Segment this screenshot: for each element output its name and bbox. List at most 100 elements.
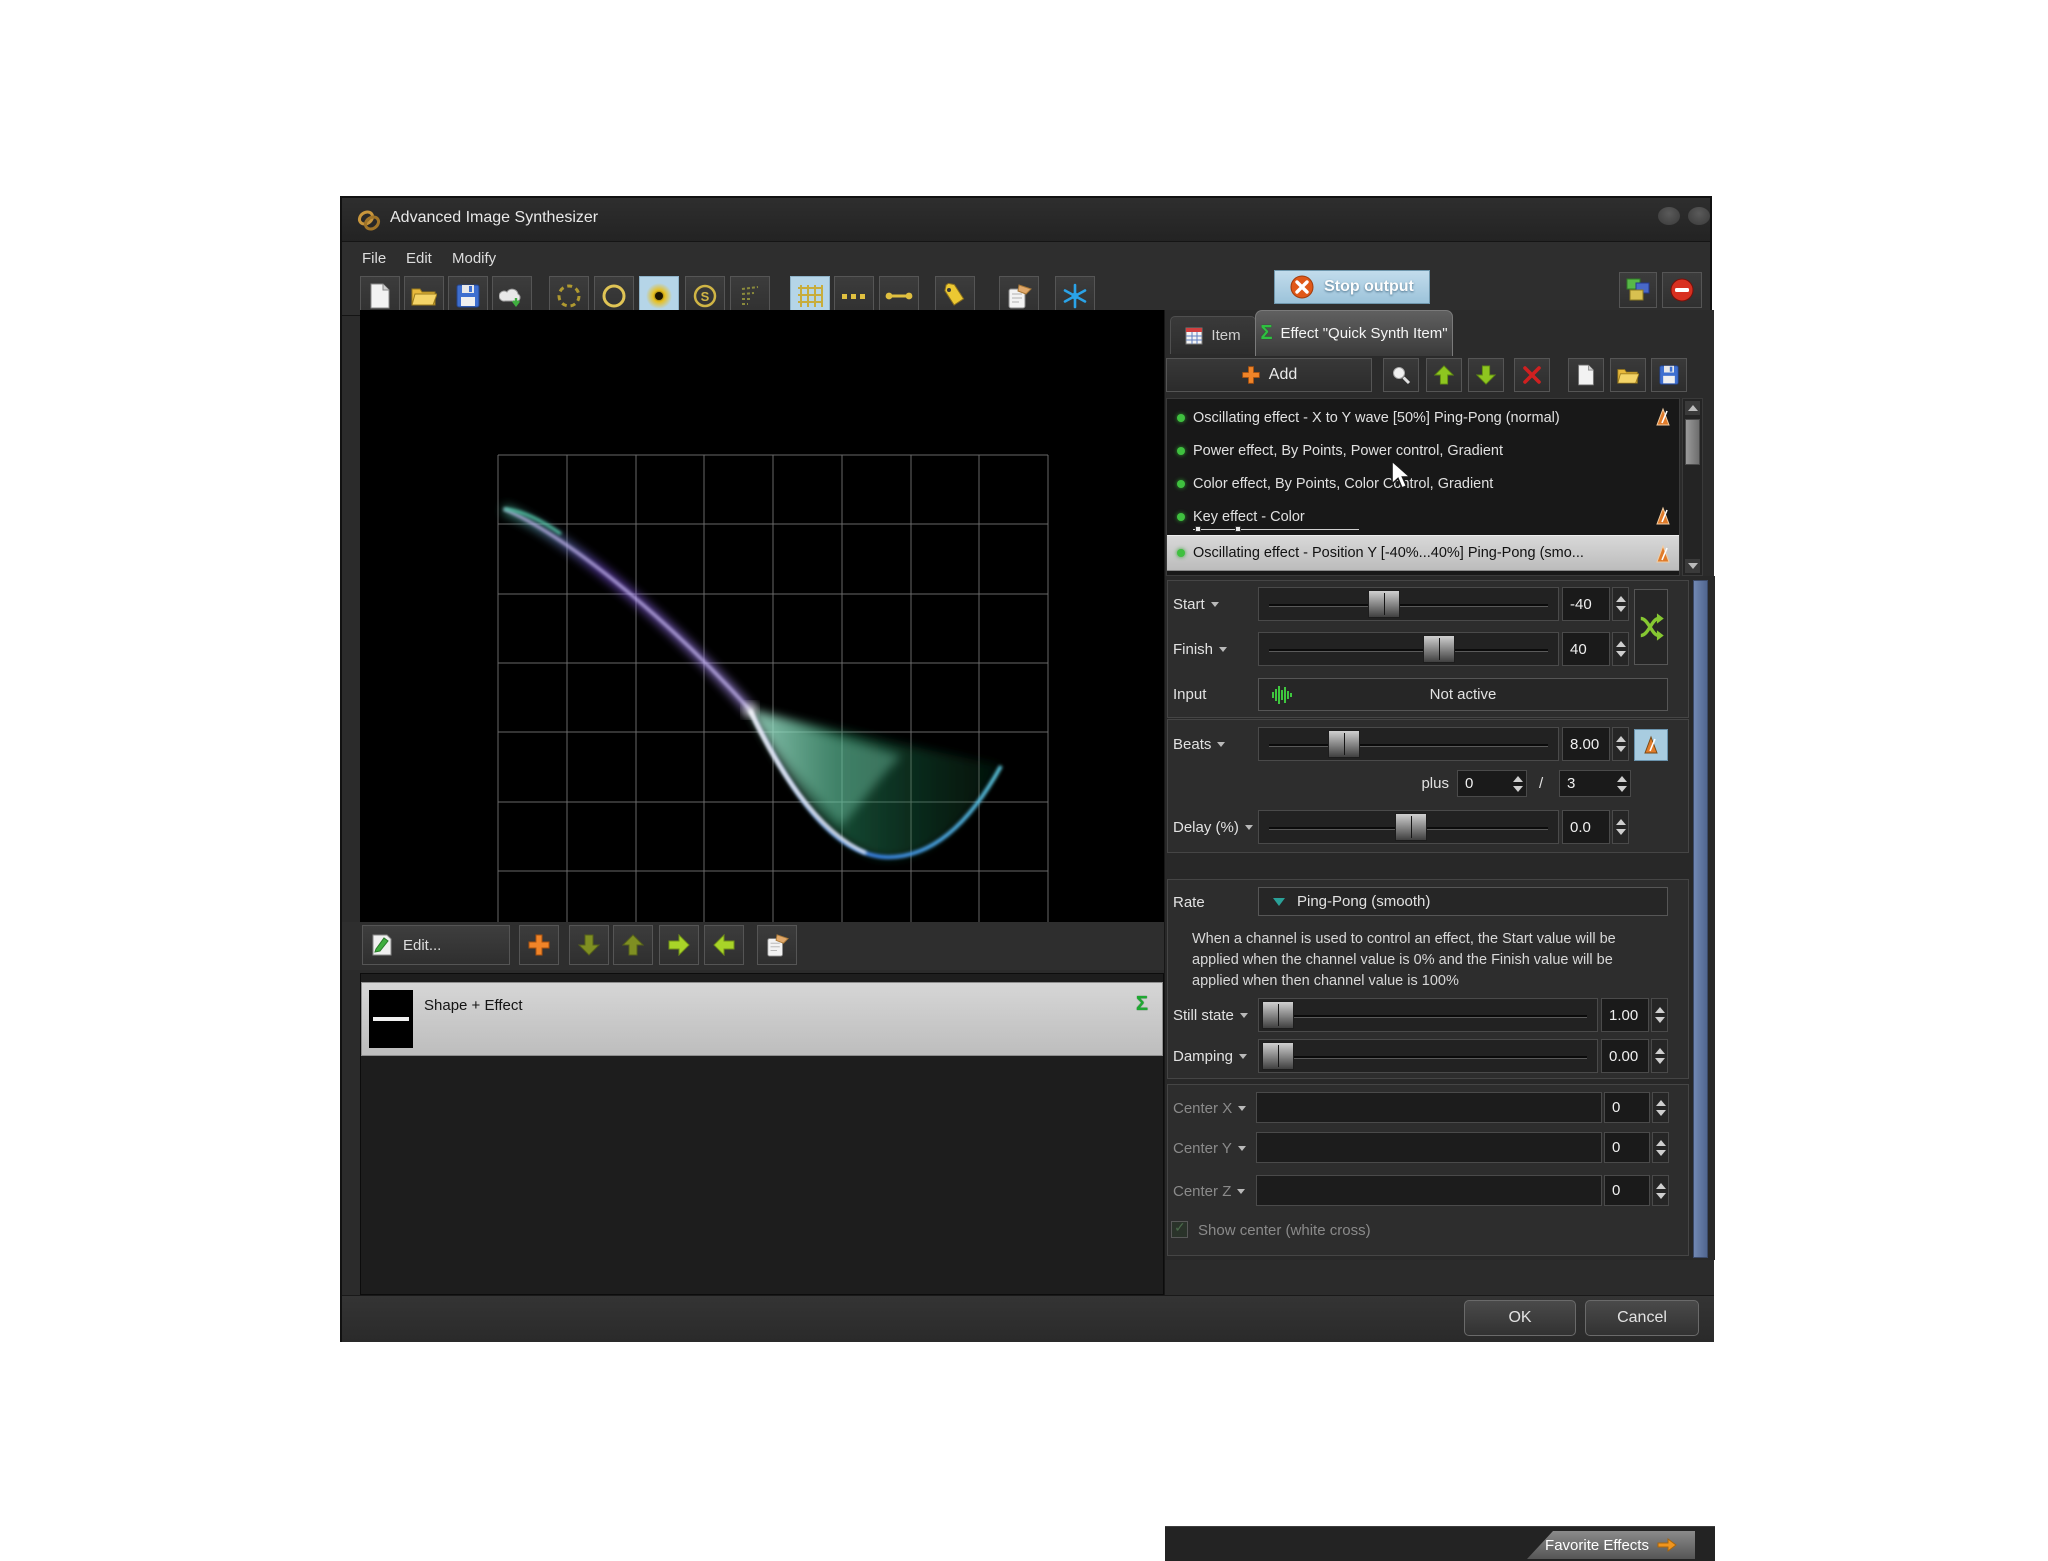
save-icon — [1659, 365, 1679, 385]
dropdown-caret-icon[interactable] — [1238, 1146, 1246, 1151]
delete-effect-button[interactable] — [1514, 358, 1550, 392]
paste-shape-button[interactable] — [757, 925, 797, 965]
damping-spinner[interactable] — [1651, 1039, 1668, 1073]
center-x-value[interactable]: 0 — [1604, 1092, 1650, 1123]
titlebar[interactable]: Advanced Image Synthesizer — [342, 198, 1710, 242]
menu-file[interactable]: File — [356, 248, 392, 269]
tab-item[interactable]: Item — [1170, 316, 1256, 354]
center-x-spinner[interactable] — [1652, 1092, 1669, 1123]
damping-slider-handle[interactable] — [1262, 1042, 1294, 1070]
scroll-up-icon[interactable] — [1685, 401, 1700, 415]
add-shape-button[interactable] — [519, 925, 559, 965]
save-effect-list-button[interactable] — [1651, 358, 1687, 392]
start-slider[interactable] — [1258, 587, 1559, 621]
open-effect-list-button[interactable] — [1610, 358, 1646, 392]
dropdown-caret-icon[interactable] — [1239, 1054, 1247, 1059]
beats-divisor-spinbox[interactable]: 3 — [1559, 770, 1631, 797]
beats-metronome-button[interactable] — [1634, 729, 1668, 761]
disable-output-button[interactable] — [1662, 272, 1702, 308]
window-button-1[interactable] — [1658, 207, 1680, 225]
dropdown-caret-icon[interactable] — [1245, 825, 1253, 830]
move-effect-down-button[interactable] — [1468, 358, 1504, 392]
rate-value: Ping-Pong (smooth) — [1297, 893, 1430, 910]
effect-row-2[interactable]: Power effect, By Points, Power control, … — [1167, 434, 1679, 467]
dropdown-caret-icon[interactable] — [1237, 1189, 1245, 1194]
rate-dropdown[interactable]: Ping-Pong (smooth) — [1258, 887, 1668, 916]
still-state-value[interactable]: 1.00 — [1601, 998, 1649, 1032]
center-z-spinner[interactable] — [1652, 1175, 1669, 1206]
move-shape-right-button[interactable] — [659, 925, 699, 965]
parameters-scrollbar[interactable] — [1693, 580, 1708, 1258]
window-button-2[interactable] — [1688, 207, 1710, 225]
item-tab-icon — [1185, 327, 1203, 345]
active-dot-icon — [1177, 480, 1185, 488]
center-x-slider[interactable] — [1256, 1092, 1602, 1123]
beats-slider-handle[interactable] — [1328, 730, 1360, 758]
effect-row-label: Key effect - Color — [1193, 509, 1305, 525]
show-center-checkbox[interactable]: ✓ — [1171, 1221, 1188, 1238]
effect-row-4[interactable]: Key effect - Color — [1167, 500, 1679, 533]
effect-row-label: Oscillating effect - X to Y wave [50%] P… — [1193, 410, 1560, 426]
swap-start-finish-button[interactable] — [1634, 589, 1668, 665]
edit-button[interactable]: Edit... — [362, 925, 510, 965]
new-effect-list-button[interactable] — [1568, 358, 1604, 392]
move-shape-down-button[interactable] — [569, 925, 609, 965]
still-state-slider[interactable] — [1258, 998, 1598, 1032]
shape-list-row[interactable]: Shape + Effect Σ — [361, 982, 1163, 1056]
input-status: Not active — [1430, 686, 1497, 703]
delay-slider[interactable] — [1258, 810, 1559, 844]
dropdown-caret-icon[interactable] — [1238, 1106, 1246, 1111]
dropdown-caret-icon[interactable] — [1211, 602, 1219, 607]
damping-value[interactable]: 0.00 — [1601, 1039, 1649, 1073]
dropdown-caret-icon[interactable] — [1217, 742, 1225, 747]
menu-edit[interactable]: Edit — [400, 248, 438, 269]
center-y-spinner[interactable] — [1652, 1132, 1669, 1163]
search-effect-button[interactable] — [1383, 358, 1419, 392]
dropdown-caret-icon[interactable] — [1219, 647, 1227, 652]
still-state-slider-handle[interactable] — [1262, 1001, 1294, 1029]
favorite-effects-button[interactable]: Favorite Effects — [1527, 1531, 1695, 1559]
delay-value[interactable]: 0.0 — [1562, 810, 1610, 844]
start-spinner[interactable] — [1612, 587, 1629, 621]
center-y-value[interactable]: 0 — [1604, 1132, 1650, 1163]
delay-spinner[interactable] — [1612, 810, 1629, 844]
finish-value[interactable]: 40 — [1562, 632, 1610, 666]
center-z-value[interactable]: 0 — [1604, 1175, 1650, 1206]
effect-row-1[interactable]: Oscillating effect - X to Y wave [50%] P… — [1167, 401, 1679, 434]
start-value[interactable]: -40 — [1562, 587, 1610, 621]
add-effect-button[interactable]: Add — [1166, 358, 1372, 392]
still-state-spinner[interactable] — [1651, 998, 1668, 1032]
center-z-slider[interactable] — [1256, 1175, 1602, 1206]
damping-slider[interactable] — [1258, 1039, 1598, 1073]
laser-preview-canvas[interactable] — [360, 310, 1164, 922]
layers-button[interactable] — [1619, 272, 1657, 308]
sigma-effect-icon: Σ — [1136, 993, 1148, 1016]
input-not-active-button[interactable]: Not active — [1258, 678, 1668, 711]
beats-slider[interactable] — [1258, 727, 1559, 761]
swap-arrows-icon — [1638, 610, 1664, 644]
scroll-down-icon[interactable] — [1685, 559, 1700, 573]
finish-spinner[interactable] — [1612, 632, 1629, 666]
center-y-slider[interactable] — [1256, 1132, 1602, 1163]
beats-value[interactable]: 8.00 — [1562, 727, 1610, 761]
move-shape-left-button[interactable] — [704, 925, 744, 965]
menu-modify[interactable]: Modify — [446, 248, 502, 269]
effect-list-scrollbar[interactable] — [1682, 398, 1703, 576]
stop-output-button[interactable]: Stop output — [1274, 270, 1430, 304]
finish-slider[interactable] — [1258, 632, 1559, 666]
finish-slider-handle[interactable] — [1423, 635, 1455, 663]
show-center-label: Show center (white cross) — [1198, 1222, 1371, 1239]
beats-plus-spinbox[interactable]: 0 — [1457, 770, 1527, 797]
move-effect-up-button[interactable] — [1426, 358, 1462, 392]
move-shape-up-button[interactable] — [613, 925, 653, 965]
ok-button[interactable]: OK — [1464, 1300, 1576, 1336]
effect-row-3[interactable]: Color effect, By Points, Color Control, … — [1167, 467, 1679, 500]
tab-effect[interactable]: Σ Effect "Quick Synth Item" — [1255, 310, 1453, 356]
beats-spinner[interactable] — [1612, 727, 1629, 761]
effect-row-5-selected[interactable]: Oscillating effect - Position Y [-40%...… — [1167, 535, 1679, 571]
scroll-thumb[interactable] — [1685, 419, 1700, 465]
cancel-button[interactable]: Cancel — [1585, 1300, 1699, 1336]
start-slider-handle[interactable] — [1368, 590, 1400, 618]
delay-slider-handle[interactable] — [1395, 813, 1427, 841]
dropdown-caret-icon[interactable] — [1240, 1013, 1248, 1018]
